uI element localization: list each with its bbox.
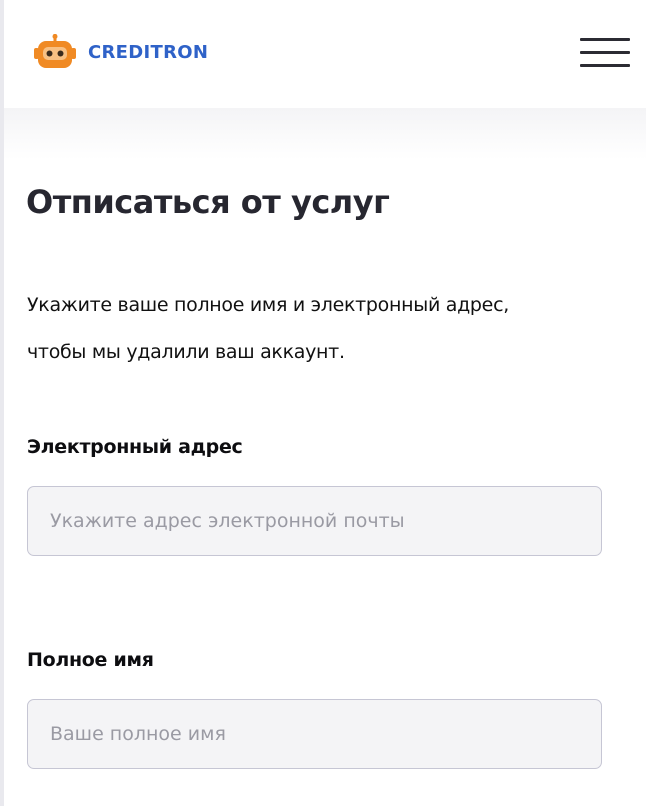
description-line-2: чтобы мы удалили ваш аккаунт. (27, 341, 345, 363)
hamburger-icon (580, 38, 630, 41)
site-header: CREDITRON (4, 0, 646, 108)
full-name-label: Полное имя (27, 649, 154, 671)
brand-logo[interactable]: CREDITRON (34, 34, 208, 70)
description-line-1: Укажите ваше полное имя и электронный ад… (27, 294, 509, 316)
header-shadow (4, 108, 646, 160)
page-title: Отписаться от услуг (26, 183, 390, 221)
email-field[interactable] (27, 486, 602, 556)
brand-name: CREDITRON (88, 41, 209, 63)
menu-button[interactable] (580, 35, 632, 69)
page-description: Укажите ваше полное имя и электронный ад… (27, 282, 627, 376)
email-label: Электронный адрес (27, 436, 243, 458)
robot-icon (34, 34, 76, 70)
full-name-field[interactable] (27, 699, 602, 769)
